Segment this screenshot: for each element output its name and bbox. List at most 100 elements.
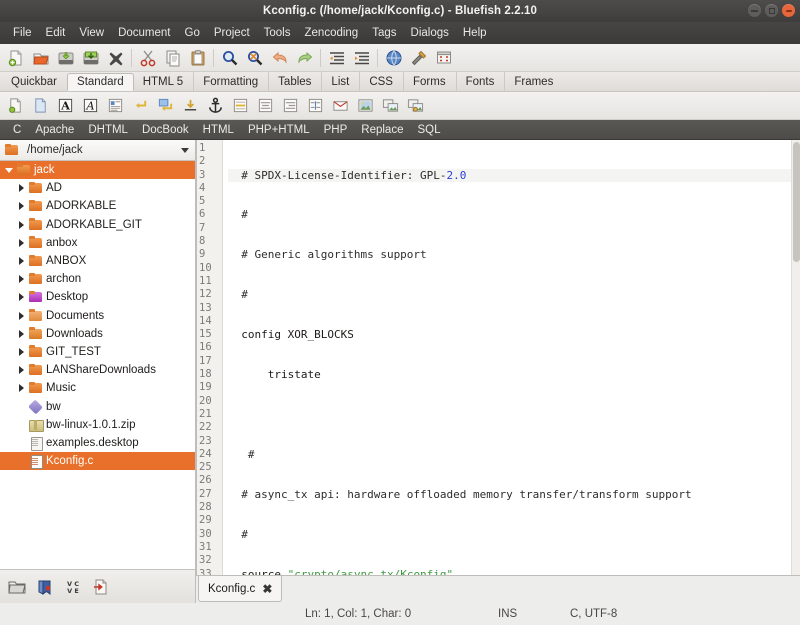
paste-icon[interactable] [185,46,210,70]
expander-right-icon[interactable] [14,275,28,284]
lang-sql[interactable]: SQL [410,124,447,136]
tree-item-git-test[interactable]: GIT_TEST [0,343,195,361]
expander-right-icon[interactable] [14,184,28,193]
version-control-icon[interactable]: V C V E [60,574,86,600]
quickstart-icon[interactable] [3,94,28,118]
tree-item-archon[interactable]: archon [0,270,195,288]
tree-item-jack[interactable]: jack [0,161,195,180]
menu-tools[interactable]: Tools [257,25,298,41]
lang-php-html[interactable]: PHP+HTML [241,124,317,136]
tree-item-downloads[interactable]: Downloads [0,325,195,343]
menu-file[interactable]: File [6,25,39,41]
menu-zencoding[interactable]: Zencoding [298,25,366,41]
bookmarks-icon[interactable] [32,574,58,600]
preview-browser-icon[interactable] [381,46,406,70]
toolbar-tab-formatting[interactable]: Formatting [193,72,268,91]
snippets-icon[interactable] [88,574,114,600]
tree-item-desktop[interactable]: Desktop [0,288,195,306]
bold-icon[interactable]: A [53,94,78,118]
italic-icon[interactable]: A [78,94,103,118]
fullscreen-icon[interactable] [431,46,456,70]
toolbar-tab-frames[interactable]: Frames [504,72,563,91]
undo-icon[interactable] [267,46,292,70]
multi-thumbnail-icon[interactable] [403,94,428,118]
document-tab-kconfig-c[interactable]: Kconfig.c ✖ [198,576,283,602]
tree-item-documents[interactable]: Documents [0,307,195,325]
linebreak-icon[interactable] [128,94,153,118]
open-file-icon[interactable] [28,46,53,70]
expander-right-icon[interactable] [14,329,28,338]
expander-right-icon[interactable] [14,366,28,375]
expander-down-icon[interactable] [2,167,16,173]
maximize-button[interactable] [765,4,778,17]
paragraph-icon[interactable] [103,94,128,118]
toolbar-tab-forms[interactable]: Forms [402,72,456,91]
toolbar-tab-fonts[interactable]: Fonts [455,72,505,91]
tree-item-lansharedownloads[interactable]: LANShareDownloads [0,361,195,379]
menu-project[interactable]: Project [207,25,257,41]
tree-item-anbox[interactable]: anbox [0,234,195,252]
minimize-button[interactable] [748,4,761,17]
right-justify-icon[interactable] [278,94,303,118]
email-icon[interactable] [328,94,353,118]
code-editor[interactable]: 1 2 3 4 5 6 7 8 9 10 11 12 13 14 15 16 1 [196,140,800,575]
toolbar-tab-css[interactable]: CSS [359,72,403,91]
expander-right-icon[interactable] [14,257,28,266]
copy-icon[interactable] [160,46,185,70]
lang-c[interactable]: C [6,124,28,136]
expander-right-icon[interactable] [14,220,28,229]
expander-right-icon[interactable] [14,238,28,247]
expander-right-icon[interactable] [14,311,28,320]
search-replace-icon[interactable] [242,46,267,70]
close-button[interactable] [782,4,795,17]
tree-item-adorkable-git[interactable]: ADORKABLE_GIT [0,216,195,234]
non-breaking-space-icon[interactable] [178,94,203,118]
path-dropdown[interactable]: /home/jack [0,140,195,161]
toolbar-tab-list[interactable]: List [321,72,359,91]
toolbar-tab-quickbar[interactable]: Quickbar [2,72,67,91]
unindent-icon[interactable] [324,46,349,70]
tree-item-ad[interactable]: AD [0,179,195,197]
tree-item-kconfig-c[interactable]: Kconfig.c [0,452,195,471]
toolbar-tab-tables[interactable]: Tables [268,72,321,91]
encoding-status[interactable]: C, UTF-8 [570,608,617,620]
anchor-icon[interactable] [203,94,228,118]
menu-go[interactable]: Go [178,25,207,41]
tree-item-music[interactable]: Music [0,379,195,397]
tree-item-bw-linux-zip[interactable]: bw-linux-1.0.1.zip [0,416,195,434]
lang-html[interactable]: HTML [196,124,241,136]
new-file-icon[interactable] [3,46,28,70]
expander-right-icon[interactable] [14,347,28,356]
center-icon[interactable] [253,94,278,118]
cut-icon[interactable] [135,46,160,70]
save-icon[interactable] [53,46,78,70]
menu-edit[interactable]: Edit [39,25,73,41]
chevron-down-icon[interactable] [181,147,189,153]
image-icon[interactable] [353,94,378,118]
lang-dhtml[interactable]: DHTML [81,124,135,136]
menu-dialogs[interactable]: Dialogs [404,25,456,41]
toolbar-tab-standard[interactable]: Standard [67,73,134,91]
preferences-icon[interactable] [406,46,431,70]
menu-help[interactable]: Help [456,25,494,41]
close-icon[interactable]: ✖ [262,583,272,595]
tree-item-adorkable[interactable]: ADORKABLE [0,197,195,215]
expander-right-icon[interactable] [14,384,28,393]
menu-document[interactable]: Document [111,25,177,41]
lang-replace[interactable]: Replace [354,124,410,136]
expander-right-icon[interactable] [14,293,28,302]
expander-right-icon[interactable] [14,202,28,211]
editor-scrollbar-vertical[interactable] [791,140,800,575]
lang-docbook[interactable]: DocBook [135,124,196,136]
scrollbar-thumb[interactable] [793,142,800,262]
insert-mode[interactable]: INS [498,608,517,620]
search-icon[interactable] [217,46,242,70]
body-icon[interactable] [28,94,53,118]
toolbar-tab-html5[interactable]: HTML 5 [134,72,193,91]
breakclearall-icon[interactable] [153,94,178,118]
menu-view[interactable]: View [72,25,111,41]
redo-icon[interactable] [292,46,317,70]
indent-icon[interactable] [349,46,374,70]
code-text[interactable]: # SPDX-License-Identifier: GPL-2.0 # # G… [223,140,800,575]
lang-php[interactable]: PHP [317,124,355,136]
